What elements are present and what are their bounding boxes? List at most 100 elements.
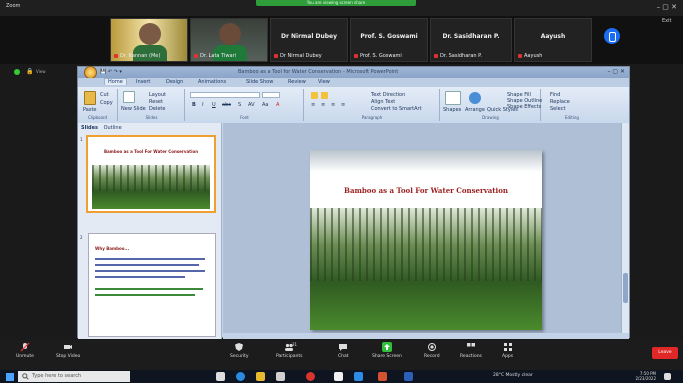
chrome-icon[interactable] (306, 372, 315, 381)
align-text-button[interactable]: Align Text (371, 99, 395, 105)
next-page-icon[interactable] (604, 28, 620, 44)
participant-tile[interactable]: Dr. Lata Tiwari (190, 18, 268, 62)
tab-slides[interactable]: Slides (81, 125, 98, 131)
shield-icon[interactable]: 🔒 (26, 68, 33, 75)
screen-share-banner[interactable]: You are viewing screen share (256, 0, 416, 6)
slide-thumbnail-2[interactable]: Why Bamboo... (88, 233, 216, 337)
paste-button[interactable]: Paste (83, 107, 97, 113)
tab-animations[interactable]: Animations (198, 79, 226, 85)
app-label: Zoom (6, 3, 21, 9)
underline-button[interactable]: U (212, 102, 216, 108)
powerpoint-app-icon[interactable] (378, 372, 387, 381)
group-label: Editing (565, 115, 579, 120)
windows-start-icon[interactable] (6, 373, 14, 381)
select-button[interactable]: Select (550, 106, 565, 112)
participant-tile[interactable]: Dr Nirmal Dubey Dr Nirmal Dubey (270, 18, 348, 62)
tab-review[interactable]: Review (288, 79, 306, 85)
arrange-icon[interactable] (469, 92, 481, 104)
tab-insert[interactable]: Insert (136, 79, 150, 85)
share-screen-icon (381, 342, 392, 352)
italic-button[interactable]: I (202, 102, 203, 108)
spacing-button[interactable]: AV (248, 102, 255, 108)
find-button[interactable]: Find (550, 92, 560, 98)
replace-button[interactable]: Replace (550, 99, 570, 105)
shape-effects-button[interactable]: Shape Effects (507, 104, 541, 110)
exit-fullscreen-button[interactable]: Exit (662, 18, 671, 24)
ppt-title: Bamboo as a Tool for Water Conservation … (238, 69, 399, 75)
taskbar-search-input[interactable]: Type here to search (18, 371, 130, 382)
powerpoint-window: Bamboo as a Tool for Water Conservation … (77, 66, 630, 339)
document-icon[interactable] (334, 372, 343, 381)
participants-button[interactable]: 31 Participants (276, 342, 302, 359)
vertical-scrollbar[interactable] (621, 123, 629, 333)
window-controls[interactable]: – ▢ ✕ (657, 3, 677, 11)
share-screen-button[interactable]: Share Screen (372, 342, 402, 359)
text-direction-button[interactable]: Text Direction (371, 92, 405, 98)
new-slide-icon[interactable] (123, 91, 135, 103)
zoom-app-icon[interactable] (354, 372, 363, 381)
reset-button[interactable]: Reset (149, 99, 163, 105)
strikethrough-button[interactable]: abc (222, 102, 231, 108)
font-name-field[interactable] (190, 92, 260, 98)
change-case-button[interactable]: Aa (262, 102, 268, 108)
group-label: Paragraph (361, 115, 383, 120)
delete-button[interactable]: Delete (149, 106, 165, 112)
stop-video-button[interactable]: Stop Video (56, 342, 80, 359)
numbering-icon[interactable] (321, 92, 328, 99)
participant-tile[interactable]: Prof. S. Goswami Prof. S. Goswami (350, 18, 428, 62)
apps-button[interactable]: Apps (502, 342, 513, 359)
weather-widget[interactable]: 28°C Mostly clear (493, 373, 533, 378)
tab-view[interactable]: View (318, 79, 330, 85)
edge-browser-icon[interactable] (236, 372, 245, 381)
record-button[interactable]: Record (424, 342, 440, 359)
slide-thumbnail-1[interactable]: Bamboo as a Tool For Water Conservation (86, 135, 216, 213)
reactions-button[interactable]: Reactions (460, 342, 482, 359)
group-label: Drawing (482, 115, 499, 120)
task-view-icon[interactable] (216, 372, 225, 381)
shapes-button[interactable]: Shapes (443, 107, 461, 113)
font-color-button[interactable]: A (276, 102, 279, 108)
chat-button[interactable]: Chat (338, 342, 349, 359)
new-slide-button[interactable]: New Slide (121, 106, 146, 112)
word-app-icon[interactable] (404, 372, 413, 381)
current-slide[interactable]: Bamboo as a Tool For Water Conservation (310, 150, 542, 330)
arrange-button[interactable]: Arrange (465, 107, 485, 113)
shadow-button[interactable]: S (238, 102, 241, 108)
participant-face (139, 23, 161, 45)
participant-tile[interactable]: Aayush Aayush (514, 18, 592, 62)
notification-icon[interactable] (664, 373, 671, 380)
cut-button[interactable]: Cut (100, 92, 109, 98)
tab-outline[interactable]: Outline (104, 125, 122, 131)
tab-home[interactable]: Home (104, 78, 127, 85)
security-button[interactable]: Security (230, 342, 248, 359)
ribbon-tabs: Home Insert Design Animations Slide Show… (78, 78, 629, 87)
participant-tile[interactable]: Dr. Sasidharan P. Dr. Sasidharan P. (430, 18, 512, 62)
align-right-button[interactable]: ≡ (331, 102, 335, 108)
slide-title[interactable]: Bamboo as a Tool For Water Conservation (310, 186, 542, 195)
participant-tile[interactable]: Dr. Kannan (Me) (110, 18, 188, 62)
shapes-icon[interactable] (445, 91, 461, 105)
file-explorer-icon[interactable] (256, 372, 265, 381)
unmute-button[interactable]: Unmute (16, 342, 34, 359)
align-left-button[interactable]: ≡ (311, 102, 315, 108)
layout-button[interactable]: Layout (149, 92, 166, 98)
smartart-button[interactable]: Convert to SmartArt (371, 106, 422, 112)
copy-button[interactable]: Copy (100, 100, 113, 106)
store-icon[interactable] (276, 372, 285, 381)
bold-button[interactable]: B (192, 102, 196, 108)
bullets-icon[interactable] (311, 92, 318, 99)
align-center-button[interactable]: ≡ (321, 102, 325, 108)
font-size-field[interactable] (262, 92, 280, 98)
view-options[interactable]: View (36, 69, 46, 74)
leave-meeting-button[interactable]: Leave (652, 347, 678, 359)
quick-access-toolbar[interactable]: 💾 ↶ ↷ ▾ (100, 69, 122, 75)
paste-icon[interactable] (84, 91, 96, 105)
tab-slide-show[interactable]: Slide Show (246, 79, 273, 85)
zoom-top-bar: Zoom You are viewing screen share – ▢ ✕ (0, 0, 683, 16)
scroll-thumb[interactable] (623, 273, 628, 303)
tab-design[interactable]: Design (166, 79, 183, 85)
justify-button[interactable]: ≡ (341, 102, 345, 108)
record-icon (427, 343, 436, 351)
ppt-window-controls[interactable]: – ▢ ✕ (607, 68, 625, 75)
system-clock[interactable]: 7:50 PM 2/23/2022 (630, 371, 656, 381)
